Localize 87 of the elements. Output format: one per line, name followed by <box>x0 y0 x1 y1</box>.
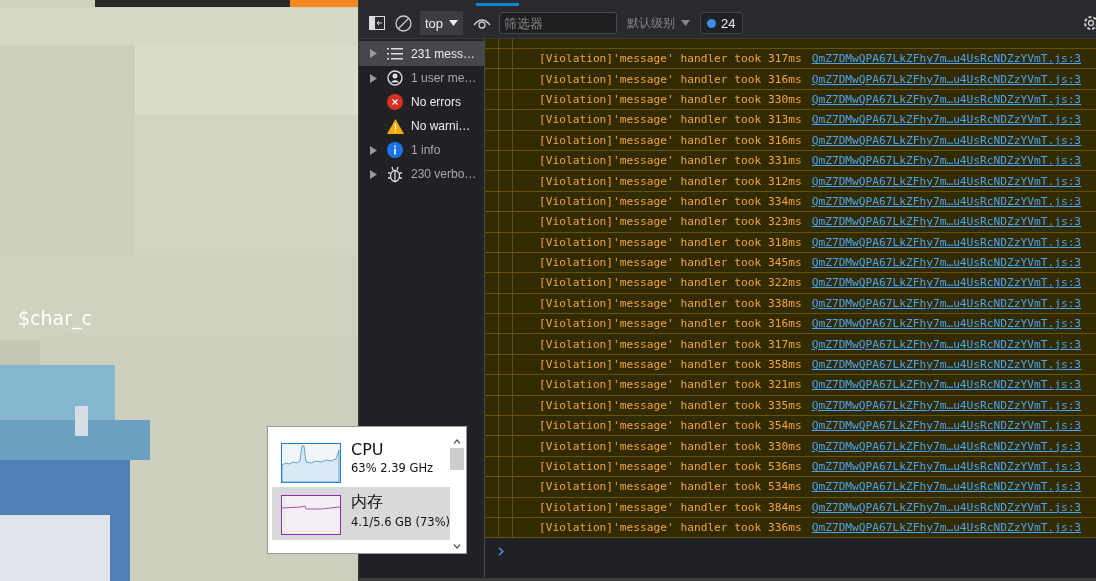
source-link[interactable]: QmZ7DMwQPA67LkZFhy7m…u4UsRcNDZzYVmT.js:3 <box>811 52 1082 66</box>
source-link[interactable]: QmZ7DMwQPA67LkZFhy7m…u4UsRcNDZzYVmT.js:3 <box>811 419 1082 433</box>
resource-usage: 4.1/5.6 GB (73%) <box>351 515 451 529</box>
player-name-label: $char_c <box>18 307 92 329</box>
console-message: [Violation]'message' handler took 338ms <box>539 296 802 310</box>
expand-arrow-icon[interactable] <box>369 145 377 155</box>
clear-console-icon[interactable] <box>395 14 412 32</box>
scroll-down-icon[interactable] <box>453 544 462 549</box>
memory-graph-icon <box>281 495 341 535</box>
console-message: [Violation]'message' handler took 354ms <box>539 419 802 433</box>
performance-item[interactable]: 内存 4.1/5.6 GB (73%) <box>272 487 451 540</box>
source-link[interactable]: QmZ7DMwQPA67LkZFhy7m…u4UsRcNDZzYVmT.js:3 <box>811 378 1082 392</box>
sidebar-item[interactable]: No errors <box>359 90 484 114</box>
resource-usage: 63% 2.39 GHz <box>351 461 434 475</box>
expand-arrow-icon[interactable] <box>369 73 377 83</box>
expand-arrow-icon[interactable] <box>369 169 377 179</box>
source-link[interactable]: QmZ7DMwQPA67LkZFhy7m…u4UsRcNDZzYVmT.js:3 <box>811 439 1082 453</box>
source-link[interactable]: QmZ7DMwQPA67LkZFhy7m…u4UsRcNDZzYVmT.js:3 <box>811 337 1082 351</box>
source-link[interactable]: QmZ7DMwQPA67LkZFhy7m…u4UsRcNDZzYVmT.js:3 <box>811 500 1082 514</box>
source-link[interactable]: QmZ7DMwQPA67LkZFhy7m…u4UsRcNDZzYVmT.js:3 <box>811 154 1082 168</box>
filter-field[interactable]: 筛选器 <box>499 12 618 34</box>
console-message: [Violation]'message' handler took 316ms <box>539 317 802 331</box>
caret-icon <box>449 20 459 26</box>
resource-name: CPU <box>351 440 385 459</box>
console-message: [Violation]'message' handler took 321ms <box>539 378 802 392</box>
console-message: [Violation]'message' handler took 384ms <box>539 500 802 514</box>
console-message: [Violation]'message' handler took 331ms <box>539 154 802 168</box>
console-message: [Violation]'message' handler took 312ms <box>539 174 802 188</box>
console-message: [Violation]'message' handler took 318ms <box>539 235 802 249</box>
resource-name: 内存 <box>351 492 384 513</box>
source-link[interactable]: QmZ7DMwQPA67LkZFhy7m…u4UsRcNDZzYVmT.js:3 <box>811 480 1082 494</box>
prompt-icon[interactable] <box>498 547 504 557</box>
console-message: [Violation]'message' handler took 316ms <box>539 72 802 86</box>
source-link[interactable]: QmZ7DMwQPA67LkZFhy7m…u4UsRcNDZzYVmT.js:3 <box>811 521 1082 535</box>
log-levels-dropdown[interactable]: 默认级别 <box>623 14 695 32</box>
error-icon <box>387 94 403 110</box>
source-link[interactable]: QmZ7DMwQPA67LkZFhy7m…u4UsRcNDZzYVmT.js:3 <box>811 317 1082 331</box>
scroll-up-icon[interactable] <box>453 439 462 444</box>
sidebar-toggle-icon[interactable] <box>369 16 385 30</box>
issues-button[interactable]: 24 <box>700 12 743 34</box>
source-link[interactable]: QmZ7DMwQPA67LkZFhy7m…u4UsRcNDZzYVmT.js:3 <box>811 92 1082 106</box>
list-icon <box>387 46 403 61</box>
console-message: [Violation]'message' handler took 322ms <box>539 276 802 290</box>
source-link[interactable]: QmZ7DMwQPA67LkZFhy7m…u4UsRcNDZzYVmT.js:3 <box>811 215 1082 229</box>
user-icon <box>387 70 403 86</box>
console-message: [Violation]'message' handler took 316ms <box>539 133 802 147</box>
console-message: [Violation]'message' handler took 313ms <box>539 113 802 127</box>
console-message: [Violation]'message' handler took 336ms <box>539 521 802 535</box>
source-link[interactable]: QmZ7DMwQPA67LkZFhy7m…u4UsRcNDZzYVmT.js:3 <box>811 194 1082 208</box>
source-link[interactable]: QmZ7DMwQPA67LkZFhy7m…u4UsRcNDZzYVmT.js:3 <box>811 296 1082 310</box>
sidebar-item[interactable]: 1 user me… <box>359 66 484 90</box>
source-link[interactable]: QmZ7DMwQPA67LkZFhy7m…u4UsRcNDZzYVmT.js:3 <box>811 235 1082 249</box>
settings-icon[interactable] <box>1082 14 1096 32</box>
source-link[interactable]: QmZ7DMwQPA67LkZFhy7m…u4UsRcNDZzYVmT.js:3 <box>811 358 1082 372</box>
warning-icon <box>387 118 404 134</box>
console-message: [Violation]'message' handler took 334ms <box>539 194 802 208</box>
source-link[interactable]: QmZ7DMwQPA67LkZFhy7m…u4UsRcNDZzYVmT.js:3 <box>811 113 1082 127</box>
sidebar-item[interactable]: 1 info <box>359 138 484 162</box>
source-link[interactable]: QmZ7DMwQPA67LkZFhy7m…u4UsRcNDZzYVmT.js:3 <box>811 398 1082 412</box>
caret-icon <box>681 20 691 26</box>
sidebar-item[interactable]: 231 mess… <box>359 41 484 66</box>
console-message: [Violation]'message' handler took 335ms <box>539 398 802 412</box>
info-icon <box>387 142 403 158</box>
eye-icon[interactable] <box>473 17 492 29</box>
console-message: [Violation]'message' handler took 317ms <box>539 52 802 66</box>
performance-item[interactable]: CPU 63% 2.39 GHz <box>272 435 451 481</box>
cpu-graph-icon <box>281 443 341 483</box>
scrollbar-thumb[interactable] <box>450 448 465 470</box>
context-dropdown[interactable]: top <box>420 11 464 35</box>
console-message: [Violation]'message' handler took 317ms <box>539 337 802 351</box>
bug-icon <box>387 165 403 183</box>
source-link[interactable]: QmZ7DMwQPA67LkZFhy7m…u4UsRcNDZzYVmT.js:3 <box>811 276 1082 290</box>
console-message: [Violation]'message' handler took 358ms <box>539 358 802 372</box>
sidebar-item[interactable]: 230 verbo… <box>359 162 484 186</box>
expand-arrow-icon[interactable] <box>369 49 377 58</box>
source-link[interactable]: QmZ7DMwQPA67LkZFhy7m…u4UsRcNDZzYVmT.js:3 <box>811 256 1082 270</box>
console-message: [Violation]'message' handler took 345ms <box>539 256 802 270</box>
source-link[interactable]: QmZ7DMwQPA67LkZFhy7m…u4UsRcNDZzYVmT.js:3 <box>811 133 1082 147</box>
source-link[interactable]: QmZ7DMwQPA67LkZFhy7m…u4UsRcNDZzYVmT.js:3 <box>811 174 1082 188</box>
console-message: [Violation]'message' handler took 323ms <box>539 215 802 229</box>
source-link[interactable]: QmZ7DMwQPA67LkZFhy7m…u4UsRcNDZzYVmT.js:3 <box>811 460 1082 473</box>
source-link[interactable]: QmZ7DMwQPA67LkZFhy7m…u4UsRcNDZzYVmT.js:3 <box>811 72 1082 86</box>
console-message: [Violation]'message' handler took 330ms <box>539 439 802 453</box>
sidebar-item[interactable]: No warni… <box>359 114 484 138</box>
console-message: [Violation]'message' handler took 536ms <box>539 460 802 473</box>
console-message: [Violation]'message' handler took 330ms <box>539 92 802 106</box>
console-message: [Violation]'message' handler took 534ms <box>539 480 802 494</box>
